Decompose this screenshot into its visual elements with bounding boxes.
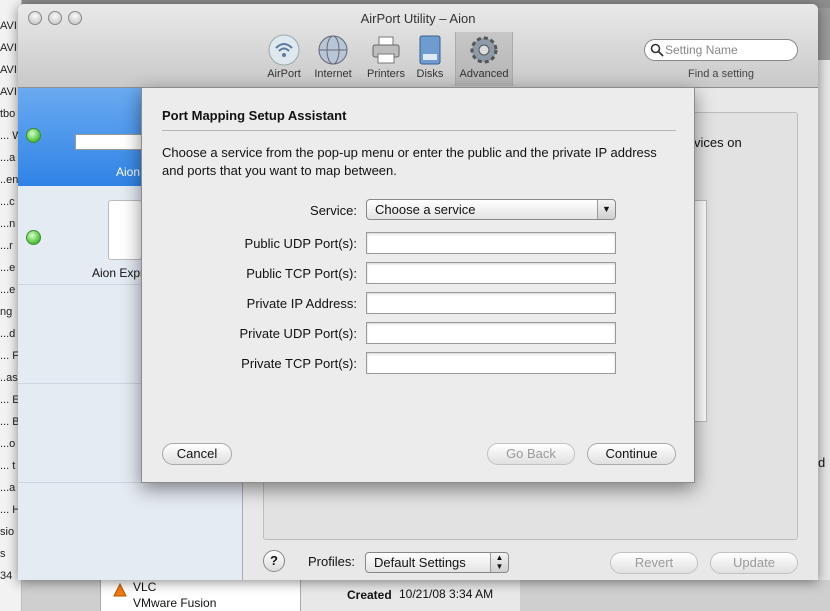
airport-express-icon [108,200,142,260]
private-tcp-field[interactable] [366,352,616,374]
printer-icon [372,36,400,64]
profiles-popup[interactable]: Default Settings ▲ ▼ [365,552,509,573]
sidebar-item-label: Aion [116,165,141,179]
help-button[interactable]: ? [263,550,285,572]
internet-icon [318,35,348,65]
titlebar: AirPort Utility – Aion AirPort Internet [18,4,818,88]
dialog-description: Choose a service from the pop-up menu or… [162,145,657,178]
toolbar-item-disks[interactable]: Disks [405,34,455,80]
popup-arrows-icon: ▲ ▼ [490,553,508,572]
toolbar-item-label: Disks [416,68,444,80]
private-ip-field[interactable] [366,292,616,314]
toolbar-item-internet[interactable]: Internet [308,34,358,80]
background-info-panel: Created 10/21/08 3:34 AM [300,580,520,611]
service-value: Choose a service [375,202,476,217]
private-udp-field[interactable] [366,322,616,344]
toolbar-item-label: Advanced [459,68,509,80]
toolbar-item-airport[interactable]: AirPort [259,34,309,80]
background-text-fragment: d [818,455,826,470]
finder-item[interactable]: VLC [133,580,156,594]
private-tcp-label: Private TCP Port(s): [241,356,357,371]
cancel-button[interactable]: Cancel [162,443,232,465]
status-indicator-green [26,128,41,143]
toolbar-item-label: Printers [367,68,405,80]
toolbar-item-label: AirPort [267,68,301,80]
toolbar-item-label: Internet [314,68,352,80]
profiles-value: Default Settings [374,555,466,570]
window-title: AirPort Utility – Aion [360,11,476,26]
find-setting-label: Find a setting [687,68,755,80]
continue-button[interactable]: Continue [587,443,676,465]
info-label: Created [347,588,392,602]
service-label: Service: [310,203,357,218]
airport-icon [268,34,300,66]
public-udp-field[interactable] [366,232,616,254]
chevron-down-icon: ▼ [597,200,615,219]
private-ip-label: Private IP Address: [246,296,357,311]
info-value: 10/21/08 3:34 AM [399,587,494,601]
setting-search-field[interactable]: Setting Name [644,39,798,61]
status-indicator-green [26,230,41,245]
port-mapping-assistant-sheet: Port Mapping Setup Assistant Choose a se… [141,87,695,483]
public-tcp-label: Public TCP Port(s): [246,266,357,281]
service-popup[interactable]: Choose a service ▼ [366,199,616,220]
search-placeholder: Setting Name [665,43,738,57]
dialog-title: Port Mapping Setup Assistant [162,108,347,123]
bottom-bar: ? Profiles: Default Settings ▲ ▼ Revert U… [243,544,818,580]
profiles-label: Profiles: [308,554,355,569]
disk-icon [419,35,441,65]
background-finder-list: VLC VMware Fusion [100,580,300,611]
private-udp-label: Private UDP Port(s): [239,326,357,341]
background-text-fragment: vices on [694,135,742,150]
toolbar-item-advanced[interactable]: Advanced [455,32,513,86]
toolbar-item-printers[interactable]: Printers [361,34,411,80]
update-button[interactable]: Update [710,552,798,574]
title-divider [162,130,676,131]
public-tcp-field[interactable] [366,262,616,284]
background-window-right [817,60,830,580]
search-icon [650,43,664,57]
go-back-button[interactable]: Go Back [487,443,575,465]
public-udp-label: Public UDP Port(s): [244,236,357,251]
revert-button[interactable]: Revert [610,552,698,574]
gear-icon [470,36,498,64]
finder-item[interactable]: VMware Fusion [133,596,216,610]
vlc-icon [113,583,127,597]
